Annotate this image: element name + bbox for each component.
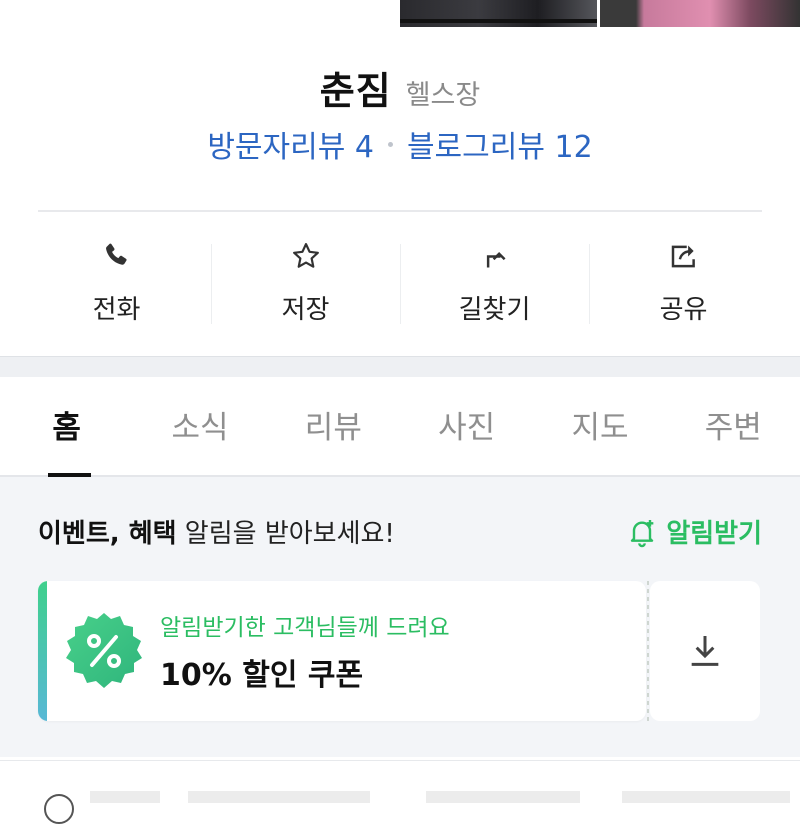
download-icon	[691, 636, 719, 666]
percent-badge-icon	[66, 613, 142, 688]
star-icon	[292, 243, 319, 268]
directions-icon	[486, 251, 506, 268]
coupon-subtitle: 알림받기한 고객님들께 드려요	[160, 615, 450, 641]
notice-section: 이벤트, 혜택 알림을 받아보세요! 알림받기 알림받기한 고객님들께 드려요 …	[0, 477, 800, 757]
coupon-download-button[interactable]	[650, 581, 760, 721]
bell-plus-icon	[631, 519, 654, 547]
place-category: 헬스장	[405, 80, 481, 111]
blog-review-link[interactable]: 블로그리뷰 12	[407, 122, 593, 166]
cropped-text	[90, 791, 790, 803]
share-label: 공유	[659, 295, 708, 325]
save-button[interactable]: 저장	[211, 240, 400, 326]
directions-button[interactable]: 길찾기	[400, 240, 589, 326]
tab-nearby[interactable]: 주변	[667, 377, 800, 475]
visitor-review-link[interactable]: 방문자리뷰 4	[207, 122, 374, 166]
tab-reviews[interactable]: 리뷰	[267, 377, 400, 475]
place-header: 춘짐 헬스장	[0, 60, 800, 115]
gym-photo-1[interactable]	[400, 0, 597, 27]
share-icon	[671, 245, 695, 268]
tab-bar: 홈 소식 리뷰 사진 지도 주변	[0, 377, 800, 477]
clock-icon	[44, 794, 74, 824]
subscribe-alert-label: 알림받기	[666, 519, 762, 549]
notice-text-bold: 이벤트, 혜택	[38, 519, 177, 549]
coupon-main[interactable]: 알림받기한 고객님들께 드려요 10% 할인 쿠폰	[38, 581, 646, 721]
section-gap	[0, 356, 800, 377]
coupon-title: 10% 할인 쿠폰	[160, 658, 364, 693]
place-name: 춘짐	[319, 69, 392, 113]
gym-photo-2[interactable]	[600, 0, 800, 27]
action-bar: 전화 저장 길찾기 공유	[22, 240, 778, 326]
directions-label: 길찾기	[458, 295, 531, 325]
next-section-peek	[0, 760, 800, 824]
coupon-info: 알림받기한 고객님들께 드려요 10% 할인 쿠폰	[160, 608, 450, 694]
subscribe-alert-button[interactable]: 알림받기	[626, 513, 762, 550]
call-button[interactable]: 전화	[22, 240, 211, 326]
share-button[interactable]: 공유	[589, 240, 778, 326]
call-label: 전화	[92, 295, 141, 325]
tab-home[interactable]: 홈	[0, 377, 133, 477]
tab-map[interactable]: 지도	[533, 377, 666, 475]
notice-header: 이벤트, 혜택 알림을 받아보세요! 알림받기	[38, 513, 762, 550]
tab-news[interactable]: 소식	[133, 377, 266, 475]
tab-photos[interactable]: 사진	[400, 377, 533, 475]
photo-strip[interactable]	[400, 0, 800, 27]
notice-text: 이벤트, 혜택 알림을 받아보세요!	[38, 513, 395, 550]
notice-text-rest: 알림을 받아보세요!	[176, 519, 395, 549]
save-label: 저장	[281, 295, 330, 325]
coupon-card[interactable]: 알림받기한 고객님들께 드려요 10% 할인 쿠폰	[38, 581, 762, 721]
phone-icon	[105, 243, 127, 265]
review-links: 방문자리뷰 4 블로그리뷰 12	[0, 122, 800, 166]
coupon-perforation	[647, 581, 649, 721]
divider	[38, 210, 762, 212]
separator-dot	[387, 141, 393, 147]
